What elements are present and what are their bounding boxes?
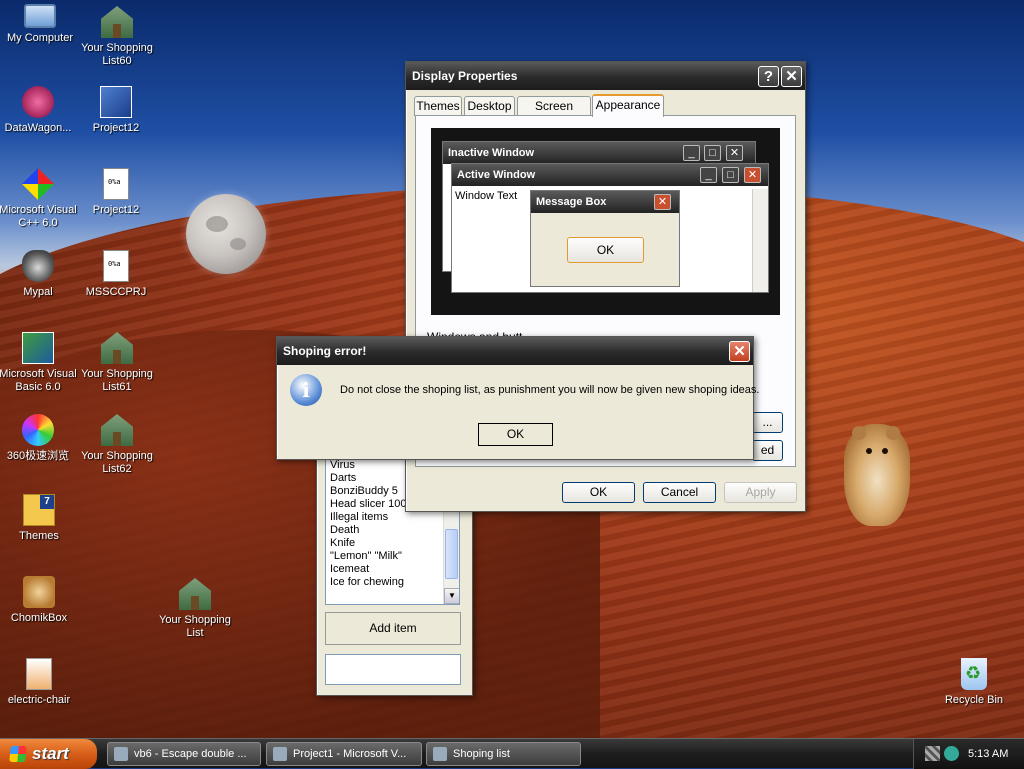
desktop-icon-my-computer[interactable]: My Computer	[0, 4, 80, 45]
recycle-bin-icon	[961, 658, 987, 690]
tab-themes[interactable]: Themes	[414, 96, 462, 116]
preview-scrollbar	[752, 189, 768, 292]
list-item[interactable]: Icemeat	[326, 563, 459, 576]
apply-button: Apply	[724, 482, 797, 503]
close-icon[interactable]: ✕	[729, 341, 750, 362]
close-icon: ✕	[654, 194, 671, 210]
desktop-icon-mypal[interactable]: Mypal	[0, 250, 78, 299]
taskbar-item-label: Shoping list	[453, 748, 510, 760]
taskbar: start vb6 - Escape double ... Project1 -…	[0, 738, 1024, 769]
desktop-icon-shopping-list-61[interactable]: Your Shopping List61	[77, 332, 157, 394]
desktop-icon-shopping-list[interactable]: Your Shopping List	[155, 578, 235, 640]
desktop-icon-electric-chair[interactable]: electric-chair	[0, 658, 79, 707]
themes-icon	[23, 494, 55, 526]
advanced-button[interactable]: ed	[752, 440, 783, 461]
project-icon	[100, 86, 132, 118]
desktop-icon-360-browser[interactable]: 360极速浏览	[0, 414, 78, 463]
computer-icon	[24, 4, 56, 28]
tab-appearance[interactable]: Appearance	[592, 94, 664, 117]
desktop-icon-project12-b[interactable]: Project12	[76, 168, 156, 217]
windows-flag-icon	[9, 746, 27, 762]
minimize-icon: _	[700, 167, 717, 183]
desktop-icon-visual-basic[interactable]: Microsoft Visual Basic 6.0	[0, 332, 78, 394]
start-button[interactable]: start	[0, 739, 97, 769]
taskbar-item-shoping-list[interactable]: Shoping list	[426, 742, 581, 766]
close-icon: ✕	[726, 145, 743, 161]
preview-active-title: Active Window	[452, 164, 768, 186]
desktop-icon-chomikbox[interactable]: ChomikBox	[0, 576, 79, 625]
preview-ok-button: OK	[567, 237, 644, 263]
start-label: start	[32, 744, 69, 763]
datawagon-icon	[22, 86, 54, 118]
list-item[interactable]: Death	[326, 524, 459, 537]
info-icon: i	[290, 374, 322, 406]
help-icon[interactable]: ?	[758, 66, 779, 87]
tray-sync-icon[interactable]	[944, 746, 959, 761]
desktop-icon-visual-cpp[interactable]: Microsoft Visual C++ 6.0	[0, 168, 78, 230]
scroll-down-arrow-icon[interactable]: ▼	[444, 588, 459, 604]
desktop: My Computer Your Shopping List60 DataWag…	[0, 0, 1024, 738]
moon-image	[186, 194, 266, 274]
error-dialog-title: Shoping error!	[283, 344, 367, 358]
close-icon[interactable]: ✕	[781, 66, 802, 87]
desktop-icon-datawagon[interactable]: DataWagon...	[0, 86, 78, 135]
house-icon	[101, 332, 133, 364]
project-icon	[273, 747, 287, 761]
shoping-error-dialog: Shoping error! ✕ i Do not close the shop…	[276, 336, 759, 460]
clock[interactable]: 5:13 AM	[968, 739, 1008, 769]
vb6-icon	[114, 747, 128, 761]
desktop-icon-themes[interactable]: Themes	[0, 494, 79, 543]
desktop-icon-shopping-list-60[interactable]: Your Shopping List60	[77, 6, 157, 68]
desktop-icon-mssccprj[interactable]: MSSCCPRJ	[76, 250, 156, 299]
error-dialog-titlebar[interactable]: Shoping error! ✕	[277, 337, 753, 365]
file-icon	[26, 658, 52, 690]
vcpp-icon	[22, 168, 54, 200]
tab-screen-saver[interactable]: Screen Saver	[517, 96, 591, 132]
new-item-input[interactable]	[325, 654, 461, 685]
add-item-button[interactable]: Add item	[325, 612, 461, 645]
desktop-icon-shopping-list-62[interactable]: Your Shopping List62	[77, 414, 157, 476]
hamster-image	[844, 424, 910, 526]
tray-app-icon[interactable]	[925, 746, 940, 761]
doc-icon	[103, 168, 129, 200]
desktop-icon-project12-a[interactable]: Project12	[76, 86, 156, 135]
list-item[interactable]: Knife	[326, 537, 459, 550]
error-message: Do not close the shoping list, as punish…	[340, 384, 760, 396]
taskbar-item-label: Project1 - Microsoft V...	[293, 748, 407, 760]
list-item[interactable]: Illegal items	[326, 511, 459, 524]
maximize-icon: □	[704, 145, 721, 161]
house-icon	[101, 414, 133, 446]
preview-window-text: Window Text	[455, 190, 518, 202]
preview-message-box: Message Box ✕ OK	[530, 190, 680, 287]
list-item[interactable]: "Lemon" "Milk"	[326, 550, 459, 563]
house-icon	[433, 747, 447, 761]
tab-desktop[interactable]: Desktop	[464, 96, 515, 116]
display-properties-titlebar[interactable]: Display Properties ? ✕	[406, 62, 805, 90]
window-title: Display Properties	[412, 69, 518, 83]
doc-icon	[103, 250, 129, 282]
chomikbox-icon	[23, 576, 55, 608]
maximize-icon: □	[722, 167, 739, 183]
cancel-button[interactable]: Cancel	[643, 482, 716, 503]
system-tray: 5:13 AM	[913, 739, 1024, 769]
taskbar-item-label: vb6 - Escape double ...	[134, 748, 247, 760]
effects-button[interactable]: ...	[752, 412, 783, 433]
browser-360-icon	[22, 414, 54, 446]
house-icon	[179, 578, 211, 610]
error-ok-button[interactable]: OK	[478, 423, 553, 446]
vb-icon	[22, 332, 54, 364]
ok-button[interactable]: OK	[562, 482, 635, 503]
scrollbar-thumb[interactable]	[445, 529, 458, 579]
close-icon: ✕	[744, 167, 761, 183]
list-item[interactable]: Ice for chewing	[326, 576, 459, 589]
taskbar-item-project1[interactable]: Project1 - Microsoft V...	[266, 742, 422, 766]
house-icon	[101, 6, 133, 38]
desktop-icon-recycle-bin[interactable]: Recycle Bin	[934, 658, 1014, 707]
minimize-icon: _	[683, 145, 700, 161]
mypal-icon	[22, 250, 54, 282]
taskbar-item-vb6[interactable]: vb6 - Escape double ...	[107, 742, 261, 766]
